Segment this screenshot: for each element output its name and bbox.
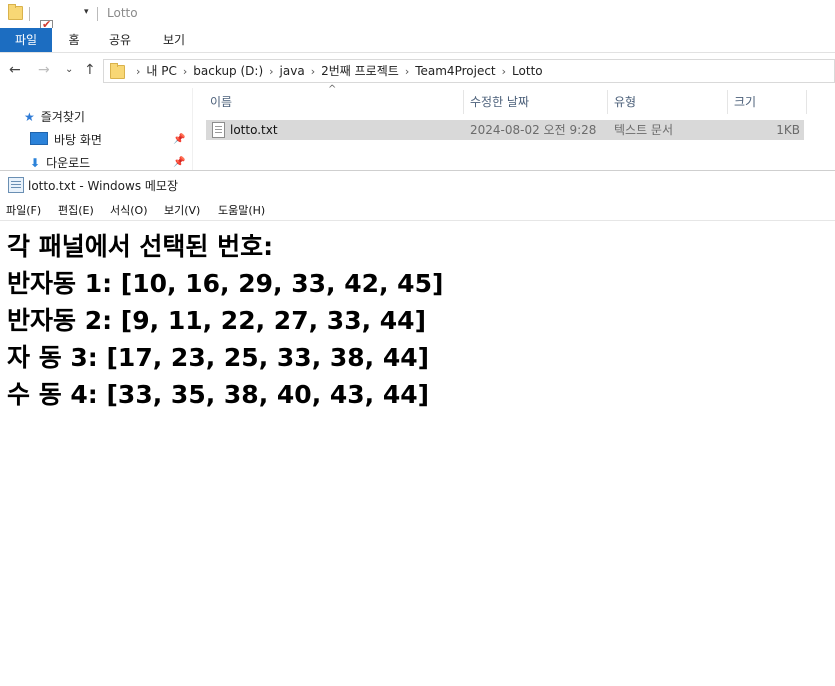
desktop-icon <box>30 132 48 145</box>
star-icon: ★ <box>24 110 35 124</box>
up-arrow-icon[interactable]: ↑ <box>84 62 96 78</box>
file-modified: 2024-08-02 오전 9:28 <box>470 123 597 137</box>
nav-item-desktop[interactable]: 바탕 화면 <box>30 131 102 149</box>
file-row[interactable]: lotto.txt 2024-08-02 오전 9:28 텍스트 문서 1KB <box>206 120 804 140</box>
text-editor-area[interactable]: 각 패널에서 선택된 번호: 반자동 1: [10, 16, 29, 33, 4… <box>0 221 835 686</box>
divider <box>29 7 30 21</box>
file-type: 텍스트 문서 <box>614 123 674 137</box>
column-header-size[interactable]: 크기 <box>734 88 756 116</box>
navigation-pane: ★ 즐겨찾기 바탕 화면 📌 ⬇ 다운로드 📌 <box>0 88 193 170</box>
file-explorer-window: ▾ Lotto 파일 홈 공유 보기 ← → ⌄ ↑ › 내 PC › backup … <box>0 0 835 170</box>
column-divider[interactable] <box>806 90 807 114</box>
pin-icon[interactable]: 📌 <box>173 157 185 168</box>
text-line: 각 패널에서 선택된 번호: <box>7 232 274 261</box>
column-divider[interactable] <box>727 90 728 114</box>
breadcrumb-item[interactable]: java <box>280 64 305 78</box>
notepad-titlebar: lotto.txt - Windows 메모장 <box>0 171 835 199</box>
breadcrumb-item[interactable]: 2번째 프로젝트 <box>321 64 399 78</box>
menu-bar: 파일(F) 편집(E) 서식(O) 보기(V) 도움말(H) <box>0 199 835 221</box>
address-bar[interactable]: › 내 PC › backup (D:) › java › 2번째 프로젝트 › Team4Pro… <box>103 59 835 83</box>
breadcrumb-item[interactable]: Lotto <box>512 64 543 78</box>
explorer-titlebar: ▾ Lotto <box>0 0 835 49</box>
menu-help[interactable]: 도움말(H) <box>218 202 265 218</box>
download-icon: ⬇ <box>30 156 41 170</box>
breadcrumb-item[interactable]: backup (D:) <box>193 64 263 78</box>
file-size: 1KB <box>776 123 800 137</box>
folder-icon <box>110 63 125 79</box>
breadcrumb-item[interactable]: Team4Project <box>415 64 495 78</box>
back-arrow-icon[interactable]: ← <box>9 62 21 78</box>
nav-item-label: 바탕 화면 <box>54 133 102 147</box>
sort-ascending-icon: ^ <box>328 84 337 95</box>
text-file-icon <box>212 122 225 138</box>
text-line: 자 동 3: [17, 23, 25, 33, 38, 44] <box>7 343 430 372</box>
menu-format[interactable]: 서식(O) <box>110 202 147 218</box>
folder-icon[interactable] <box>8 4 23 20</box>
breadcrumb-item[interactable]: 내 PC <box>146 64 176 78</box>
file-name: lotto.txt <box>230 123 278 137</box>
ribbon-tab-home[interactable]: 홈 <box>58 28 90 52</box>
notepad-window-title: lotto.txt - Windows 메모장 <box>28 179 179 193</box>
chevron-right-icon: › <box>136 65 141 78</box>
customize-toolbar-dropdown-icon[interactable]: ▾ <box>84 7 89 17</box>
notepad-icon <box>8 177 24 193</box>
chevron-right-icon[interactable]: › <box>311 65 315 78</box>
column-header-type[interactable]: 유형 <box>614 88 636 116</box>
text-line: 반자동 1: [10, 16, 29, 33, 42, 45] <box>7 269 444 298</box>
nav-item-downloads[interactable]: ⬇ 다운로드 <box>30 154 90 170</box>
column-divider[interactable] <box>463 90 464 114</box>
notepad-window: lotto.txt - Windows 메모장 파일(F) 편집(E) 서식(O… <box>0 170 835 686</box>
column-divider[interactable] <box>607 90 608 114</box>
menu-file[interactable]: 파일(F) <box>6 202 41 218</box>
text-line: 반자동 2: [9, 11, 22, 27, 33, 44] <box>7 306 427 335</box>
menu-view[interactable]: 보기(V) <box>164 202 200 218</box>
chevron-right-icon[interactable]: › <box>269 65 273 78</box>
pin-icon[interactable]: 📌 <box>173 134 185 145</box>
nav-item-label: 즐겨찾기 <box>40 110 85 124</box>
ribbon-tab-file[interactable]: 파일 <box>0 28 52 52</box>
nav-item-label: 다운로드 <box>46 156 91 170</box>
chevron-right-icon[interactable]: › <box>405 65 409 78</box>
chevron-right-icon[interactable]: › <box>183 65 187 78</box>
divider <box>97 7 98 21</box>
breadcrumb: › 내 PC › backup (D:) › java › 2번째 프로젝트 › Team4Pro… <box>130 60 543 82</box>
file-list: ^ 이름 수정한 날짜 유형 크기 lotto.txt 2024-08-02 오… <box>200 84 835 170</box>
chevron-right-icon[interactable]: › <box>502 65 506 78</box>
nav-item-quick-access[interactable]: ★ 즐겨찾기 <box>24 108 85 126</box>
ribbon-tab-share[interactable]: 공유 <box>102 28 138 52</box>
column-header-name[interactable]: 이름 <box>210 88 232 116</box>
ribbon-tab-view[interactable]: 보기 <box>154 28 194 52</box>
address-row: ← → ⌄ ↑ › 내 PC › backup (D:) › java › 2번째 프로젝트 ›… <box>0 56 835 86</box>
menu-edit[interactable]: 편집(E) <box>58 202 94 218</box>
explorer-window-title: Lotto <box>107 6 138 20</box>
recent-locations-chevron-icon[interactable]: ⌄ <box>65 64 73 75</box>
ribbon-tabs: 파일 홈 공유 보기 <box>0 28 835 53</box>
forward-arrow-icon[interactable]: → <box>38 62 50 78</box>
text-line: 수 동 4: [33, 35, 38, 40, 43, 44] <box>7 380 430 409</box>
column-header-modified[interactable]: 수정한 날짜 <box>470 88 529 116</box>
